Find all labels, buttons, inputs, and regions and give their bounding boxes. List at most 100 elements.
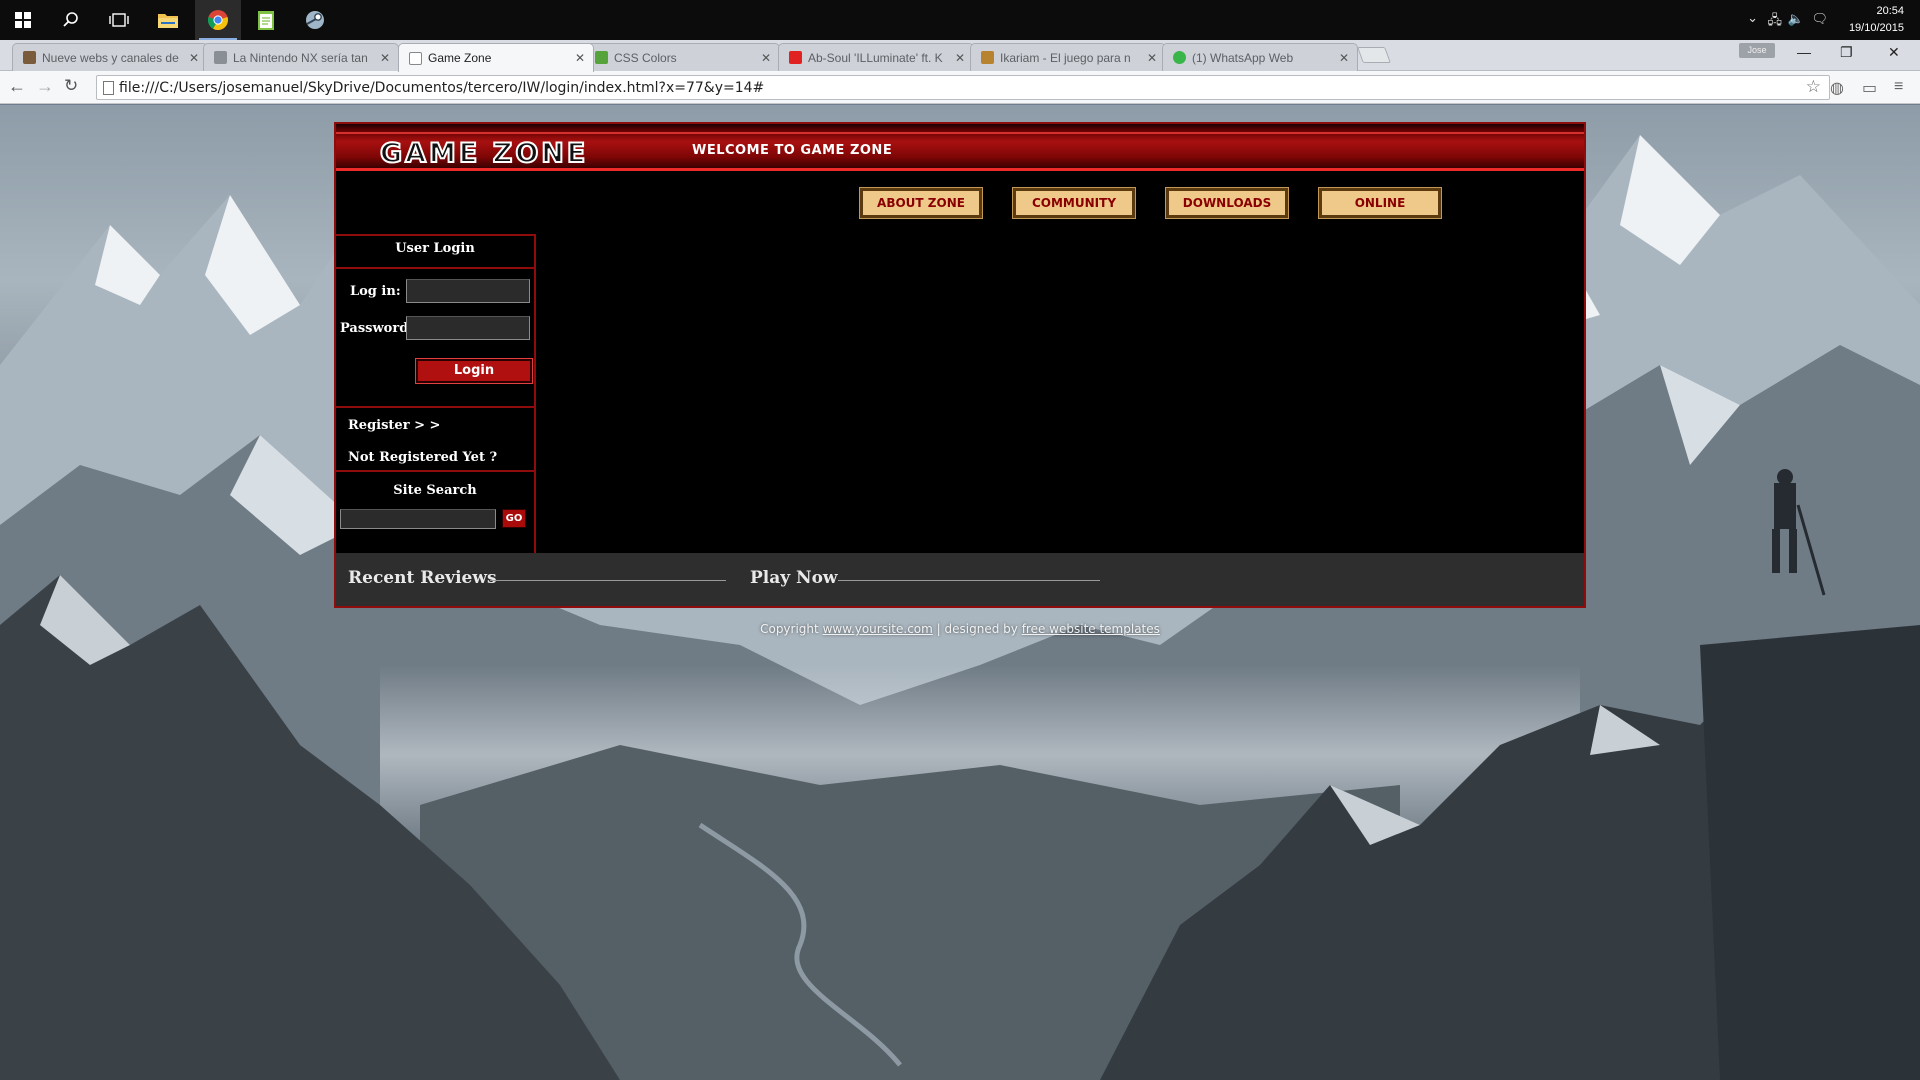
- tab-favicon-icon: [409, 51, 422, 65]
- search-section: Site Search GO: [336, 472, 534, 554]
- recent-reviews-heading: Recent Reviews: [348, 568, 497, 588]
- copyright-line: Copyright www.yoursite.com | designed by…: [0, 622, 1920, 636]
- system-clock[interactable]: 20:54 19/10/2015: [1849, 3, 1904, 37]
- browser-toolbar: ← → ↻ ☆ ◍ ▭ ≡: [0, 71, 1920, 104]
- password-input[interactable]: [406, 316, 530, 340]
- notepad-icon: [258, 11, 274, 30]
- address-bar[interactable]: ☆: [96, 75, 1830, 100]
- browser-tab[interactable]: Ab-Soul 'ILLuminate' ft. K ✕: [778, 43, 974, 71]
- yoursite-link[interactable]: www.yoursite.com: [823, 622, 933, 636]
- register-section: Register > > Not Registered Yet ?: [336, 408, 534, 472]
- search-title: Site Search: [393, 483, 477, 498]
- browser-tab[interactable]: (1) WhatsApp Web ✕: [1162, 43, 1358, 71]
- search-button[interactable]: [48, 0, 94, 40]
- game-app-button[interactable]: [292, 0, 338, 40]
- chevron-up-icon[interactable]: ⌄: [1747, 10, 1758, 26]
- url-input[interactable]: [119, 78, 1769, 98]
- volume-icon[interactable]: 🔈: [1788, 11, 1804, 27]
- search-go-button[interactable]: GO: [502, 509, 526, 528]
- reviews-rule: [490, 580, 726, 581]
- folder-icon: [158, 14, 178, 28]
- login-label: Log in:: [350, 284, 401, 299]
- start-button[interactable]: [0, 0, 46, 40]
- new-tab-button[interactable]: [1357, 47, 1391, 63]
- tab-close-icon[interactable]: ✕: [761, 51, 771, 65]
- browser-tab-active[interactable]: Game Zone ✕: [398, 43, 594, 72]
- nav-community[interactable]: COMMUNITY: [1012, 187, 1136, 219]
- copyright-middle: | designed by: [936, 622, 1018, 636]
- browser-tab[interactable]: CSS Colors ✕: [584, 43, 780, 71]
- task-view-button[interactable]: [96, 0, 142, 40]
- tab-title: Ab-Soul 'ILLuminate' ft. K: [808, 50, 943, 65]
- back-arrow-icon[interactable]: ←: [8, 76, 26, 97]
- nav-about-zone[interactable]: ABOUT ZONE: [859, 187, 983, 219]
- page-viewport: GAME ZONE WELCOME TO GAME ZONE ABOUT ZON…: [0, 105, 1920, 1080]
- notepad-button[interactable]: [243, 0, 289, 40]
- tab-title: Game Zone: [428, 51, 492, 65]
- bookmark-star-icon[interactable]: ☆: [1806, 77, 1821, 97]
- chrome-icon: [207, 10, 228, 31]
- login-section: User Login Log in: Password: Login: [336, 236, 534, 408]
- menu-icon[interactable]: ≡: [1894, 78, 1903, 96]
- login-title: User Login: [395, 241, 475, 256]
- browser-tab[interactable]: Nueve webs y canales de ✕: [12, 43, 208, 71]
- profile-button[interactable]: Jose: [1739, 43, 1775, 58]
- password-label: Password:: [340, 321, 414, 336]
- login-button[interactable]: Login: [415, 358, 533, 384]
- login-sidebar: User Login Log in: Password: Login Regis…: [336, 234, 536, 556]
- clock-date: 19/10/2015: [1848, 22, 1904, 34]
- windows-taskbar: ⌄ 🖧 🔈 🗨 20:54 19/10/2015: [0, 0, 1920, 40]
- tab-close-icon[interactable]: ✕: [1339, 51, 1349, 65]
- tab-close-icon[interactable]: ✕: [575, 51, 585, 65]
- site-bottom-bar: Recent Reviews Play Now: [336, 553, 1584, 606]
- game-zone-site: GAME ZONE WELCOME TO GAME ZONE ABOUT ZON…: [334, 122, 1586, 608]
- browser-tab[interactable]: Ikariam - El juego para n ✕: [970, 43, 1166, 71]
- welcome-text: WELCOME TO GAME ZONE: [692, 143, 893, 158]
- tab-close-icon[interactable]: ✕: [955, 51, 965, 65]
- extension-icon[interactable]: ◍: [1830, 78, 1844, 98]
- action-center-icon[interactable]: 🗨: [1811, 11, 1828, 27]
- tab-title: La Nintendo NX sería tan: [233, 50, 368, 65]
- login-input[interactable]: [406, 279, 530, 303]
- tab-close-icon[interactable]: ✕: [189, 51, 199, 65]
- tab-close-icon[interactable]: ✕: [1147, 51, 1157, 65]
- tab-title: Ikariam - El juego para n: [1000, 50, 1131, 65]
- minimize-icon[interactable]: —: [1797, 44, 1811, 60]
- site-logo[interactable]: GAME ZONE: [379, 137, 588, 170]
- cast-icon[interactable]: ▭: [1862, 78, 1877, 98]
- not-registered-text: Not Registered Yet ?: [348, 450, 498, 465]
- chrome-button[interactable]: [195, 0, 241, 40]
- network-icon[interactable]: 🖧: [1768, 11, 1783, 33]
- tab-favicon-icon: [214, 51, 227, 64]
- search-icon: [63, 12, 78, 27]
- windows-logo-icon: [15, 12, 31, 28]
- play-now-heading: Play Now: [750, 568, 838, 588]
- tab-close-icon[interactable]: ✕: [380, 51, 390, 65]
- nav-downloads[interactable]: DOWNLOADS: [1165, 187, 1289, 219]
- task-view-icon: [109, 13, 129, 27]
- section-divider: [336, 267, 534, 269]
- tab-title: CSS Colors: [614, 50, 677, 65]
- close-window-icon[interactable]: ✕: [1888, 44, 1900, 61]
- restore-icon[interactable]: ❐: [1840, 44, 1853, 61]
- site-search-input[interactable]: [340, 509, 496, 529]
- page-icon: [103, 81, 114, 95]
- file-explorer-button[interactable]: [145, 0, 191, 40]
- register-link[interactable]: Register > >: [348, 418, 440, 433]
- tab-favicon-icon: [595, 51, 608, 64]
- browser-tab-strip: Nueve webs y canales de ✕ La Nintendo NX…: [0, 40, 1920, 72]
- steam-icon: [306, 11, 324, 29]
- tab-favicon-icon: [789, 51, 802, 64]
- tab-favicon-icon: [1173, 51, 1186, 64]
- browser-tab[interactable]: La Nintendo NX sería tan ✕: [203, 43, 399, 71]
- templates-link[interactable]: free website templates: [1022, 622, 1160, 636]
- play-rule: [838, 580, 1100, 581]
- clock-time: 20:54: [1876, 5, 1904, 17]
- reload-icon[interactable]: ↻: [64, 76, 78, 96]
- nav-online[interactable]: ONLINE: [1318, 187, 1442, 219]
- forward-arrow-icon[interactable]: →: [36, 76, 54, 97]
- copyright-prefix: Copyright: [760, 622, 819, 636]
- tab-title: Nueve webs y canales de: [42, 50, 179, 65]
- tab-favicon-icon: [23, 51, 36, 64]
- site-header: GAME ZONE WELCOME TO GAME ZONE: [336, 124, 1584, 171]
